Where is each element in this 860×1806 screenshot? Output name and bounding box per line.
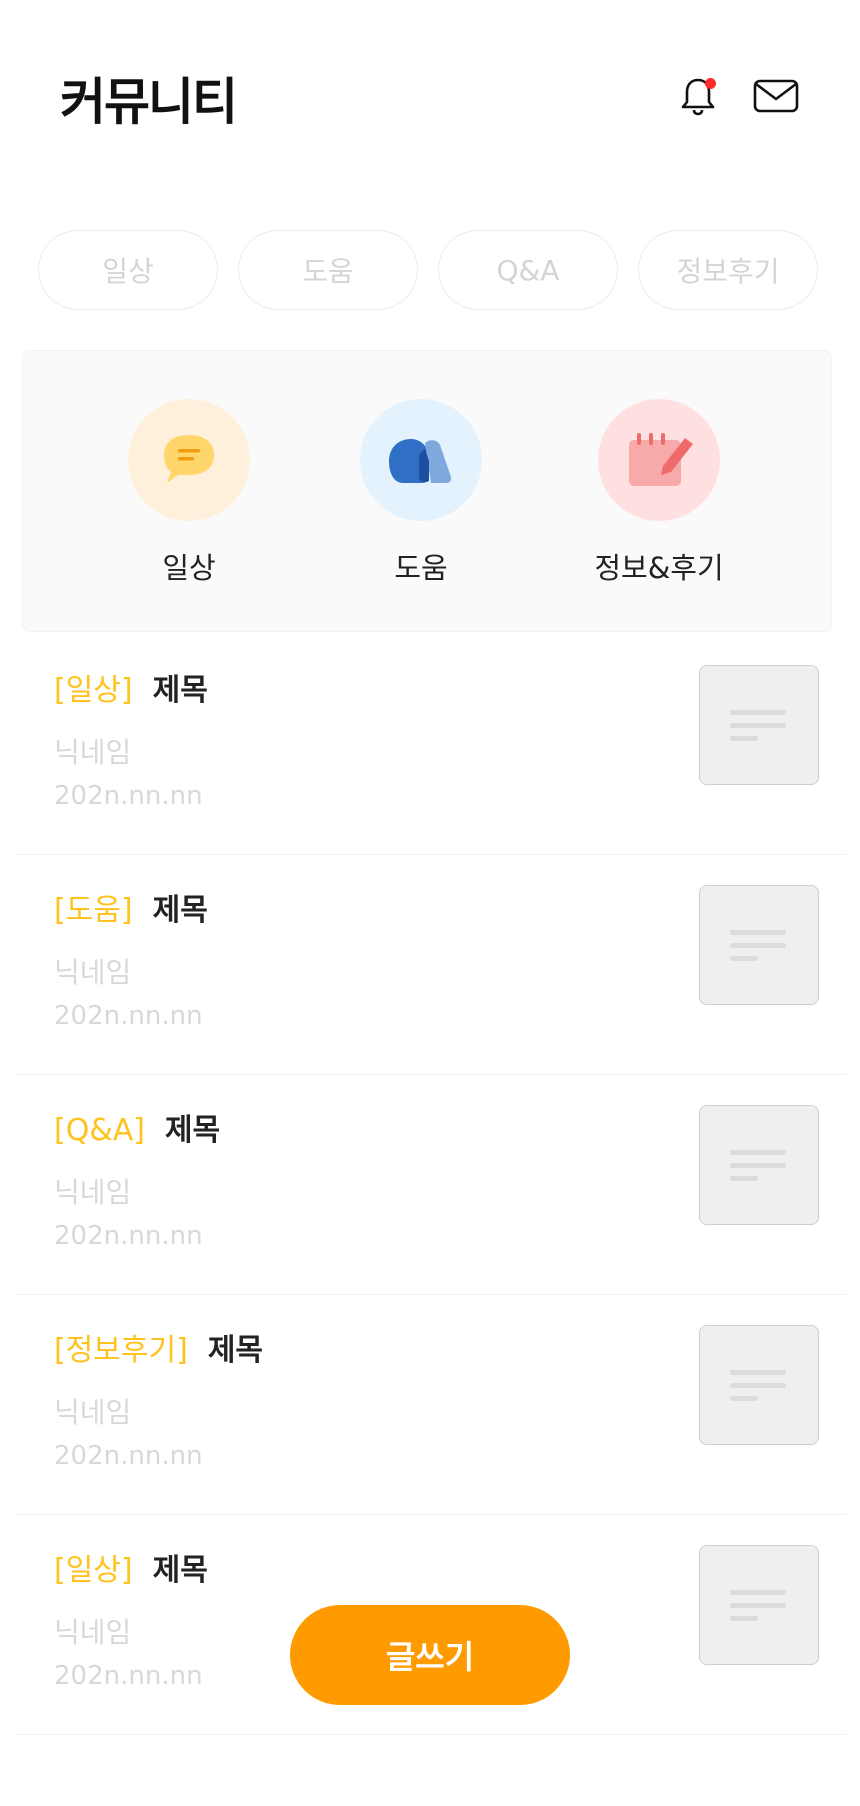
post-item[interactable]: [정보후기] 제목 닉네임 202n.nn.nn <box>14 1295 846 1515</box>
mail-icon[interactable] <box>752 72 800 120</box>
chip-daily[interactable]: 일상 <box>38 230 218 310</box>
post-tag: [정보후기] <box>54 1333 188 1368</box>
category-label: 일상 <box>162 551 216 585</box>
category-panel: 일상 도움 정보&후기 <box>22 350 832 632</box>
category-info-review[interactable]: 정보&후기 <box>549 399 769 587</box>
post-item[interactable]: [도움] 제목 닉네임 202n.nn.nn <box>14 855 846 1075</box>
post-nickname: 닉네임 <box>54 736 132 769</box>
post-thumbnail <box>699 885 819 1005</box>
category-label: 도움 <box>394 551 448 585</box>
post-item[interactable]: [일상] 제목 닉네임 202n.nn.nn <box>14 635 846 855</box>
post-title: 제목 <box>152 1553 208 1588</box>
post-tag: [Q&A] <box>54 1113 145 1148</box>
notification-dot <box>705 78 716 89</box>
chip-help[interactable]: 도움 <box>238 230 418 310</box>
chip-qna[interactable]: Q&A <box>438 230 618 310</box>
category-label: 정보&후기 <box>594 551 724 585</box>
post-tag: [도움] <box>54 893 133 928</box>
post-item[interactable]: [Q&A] 제목 닉네임 202n.nn.nn <box>14 1075 846 1295</box>
category-help[interactable]: 도움 <box>311 399 531 587</box>
post-title: 제목 <box>152 893 208 928</box>
page-title: 커뮤니티 <box>60 73 238 131</box>
chat-bubble-icon <box>128 399 250 521</box>
post-date: 202n.nn.nn <box>54 1221 203 1251</box>
help-hands-icon <box>360 399 482 521</box>
post-date: 202n.nn.nn <box>54 1441 203 1471</box>
post-nickname: 닉네임 <box>54 1616 132 1649</box>
post-title: 제목 <box>152 673 208 708</box>
post-title: 제목 <box>207 1333 264 1368</box>
post-title: 제목 <box>164 1113 221 1148</box>
bell-icon[interactable] <box>674 72 722 120</box>
post-nickname: 닉네임 <box>54 956 132 989</box>
post-thumbnail <box>699 665 819 785</box>
post-thumbnail <box>699 1325 819 1445</box>
post-nickname: 닉네임 <box>54 1396 132 1429</box>
post-date: 202n.nn.nn <box>54 1001 203 1031</box>
post-tag: [일상] <box>54 1553 133 1588</box>
post-date: 202n.nn.nn <box>54 781 203 811</box>
category-chips: 일상 도움 Q&A 정보후기 <box>38 230 838 310</box>
category-daily[interactable]: 일상 <box>79 399 299 587</box>
post-thumbnail <box>699 1545 819 1665</box>
header: 커뮤니티 <box>0 0 860 200</box>
notepad-pencil-icon <box>598 399 720 521</box>
post-tag: [일상] <box>54 673 133 708</box>
chip-info-review[interactable]: 정보후기 <box>638 230 818 310</box>
post-thumbnail <box>699 1105 819 1225</box>
post-nickname: 닉네임 <box>54 1176 132 1209</box>
post-date: 202n.nn.nn <box>54 1661 203 1691</box>
write-post-button[interactable]: 글쓰기 <box>290 1605 570 1705</box>
